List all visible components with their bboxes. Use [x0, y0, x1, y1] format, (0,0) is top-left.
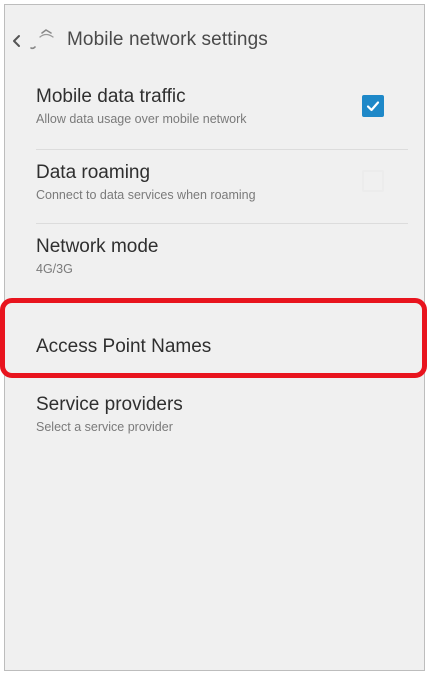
setting-title: Network mode	[36, 236, 159, 257]
page-title: Mobile network settings	[67, 29, 268, 50]
setting-access-point-names[interactable]: Access Point Names	[5, 311, 424, 381]
setting-network-mode[interactable]: Network mode 4G/3G	[5, 224, 424, 311]
setting-data-roaming[interactable]: Data roaming Connect to data services wh…	[5, 150, 424, 224]
settings-list: Mobile data traffic Allow data usage ove…	[5, 75, 424, 459]
setting-mobile-data-traffic[interactable]: Mobile data traffic Allow data usage ove…	[5, 75, 424, 150]
back-arrow-app-icon	[13, 29, 54, 50]
back-button[interactable]	[5, 20, 61, 60]
mobile-data-checkbox[interactable]	[362, 95, 384, 117]
app-bar: Mobile network settings	[5, 5, 424, 75]
setting-title: Service providers	[36, 394, 183, 415]
phone-screen: Mobile network settings Mobile data traf…	[4, 4, 425, 671]
check-icon	[366, 101, 380, 112]
setting-subtitle: Select a service provider	[36, 420, 173, 434]
setting-title: Access Point Names	[36, 336, 212, 357]
setting-subtitle: 4G/3G	[36, 262, 73, 276]
setting-service-providers[interactable]: Service providers Select a service provi…	[5, 381, 424, 459]
data-roaming-checkbox[interactable]	[362, 170, 384, 192]
